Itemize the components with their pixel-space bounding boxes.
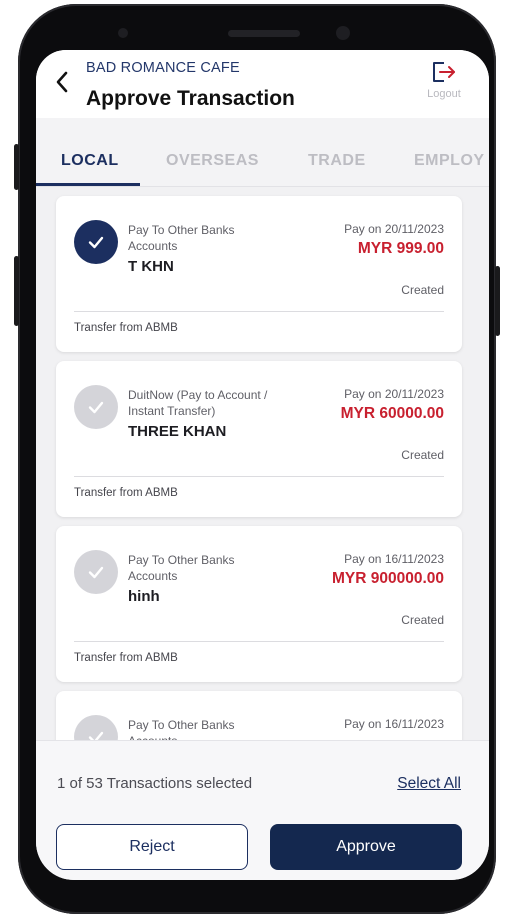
logout-button[interactable]: Logout [419,60,469,100]
selection-summary: 1 of 53 Transactions selected [57,775,253,792]
check-icon [88,401,104,414]
select-checkbox[interactable] [74,550,118,594]
reject-button[interactable]: Reject [56,824,248,870]
tab-employ[interactable]: EMPLOY [414,152,485,170]
select-checkbox[interactable] [74,385,118,429]
pay-on-date: Pay on 16/11/2023 [344,552,444,566]
tab-trade[interactable]: TRADE [308,152,366,170]
payee-name: hinh [128,588,160,605]
transaction-card[interactable]: DuitNow (Pay to Account / Instant Transf… [56,361,462,517]
side-button-right [495,266,500,336]
status-label: Created [401,613,444,627]
transaction-amount: MYR 60000.00 [340,405,444,422]
app-screen: BAD ROMANCE CAFE Approve Transaction Log… [36,50,489,880]
side-button-left [14,144,19,190]
action-panel: 1 of 53 Transactions selected Select All… [36,740,489,880]
transaction-amount: MYR 900000.00 [331,570,444,587]
back-button[interactable] [54,70,70,100]
select-all-link[interactable]: Select All [397,775,461,793]
source-account: Transfer from ABMB [74,487,178,499]
payee-name: THREE KHAN [128,423,227,440]
check-icon [88,566,104,579]
logout-label: Logout [427,88,461,100]
active-tab-indicator [36,183,140,186]
check-icon [88,236,104,249]
card-divider [74,311,444,312]
transaction-card[interactable]: Pay To Other Banks Accounts hinh Pay on … [56,526,462,682]
sensor-dot [118,28,128,38]
transaction-type: Pay To Other Banks Accounts [128,223,235,253]
status-label: Created [401,283,444,297]
status-label: Created [401,448,444,462]
payee-name: T KHN [128,258,174,275]
side-button-left-2 [14,256,19,326]
company-name: BAD ROMANCE CAFE [86,60,240,76]
tab-bar: LOCAL OVERSEAS TRADE EMPLOY [36,118,489,187]
source-account: Transfer from ABMB [74,322,178,334]
front-camera [336,26,350,40]
card-divider [74,476,444,477]
app-header: BAD ROMANCE CAFE Approve Transaction Log… [36,50,489,118]
pay-on-date: Pay on 16/11/2023 [344,717,444,731]
card-divider [74,641,444,642]
tab-overseas[interactable]: OVERSEAS [166,152,259,170]
transaction-type: DuitNow (Pay to Account / Instant Transf… [128,388,268,418]
pay-on-date: Pay on 20/11/2023 [344,387,444,401]
pay-on-date: Pay on 20/11/2023 [344,222,444,236]
tab-local[interactable]: LOCAL [61,152,119,170]
transaction-amount: MYR 999.00 [357,240,444,257]
source-account: Transfer from ABMB [74,652,178,664]
logout-icon [433,62,455,82]
page-title: Approve Transaction [86,87,295,110]
speaker-grille [228,30,300,37]
chevron-left-icon [56,71,68,93]
select-checkbox[interactable] [74,220,118,264]
transaction-card[interactable]: Pay To Other Banks Accounts T KHN Pay on… [56,196,462,352]
approve-button[interactable]: Approve [270,824,462,870]
transaction-type: Pay To Other Banks Accounts [128,553,235,583]
